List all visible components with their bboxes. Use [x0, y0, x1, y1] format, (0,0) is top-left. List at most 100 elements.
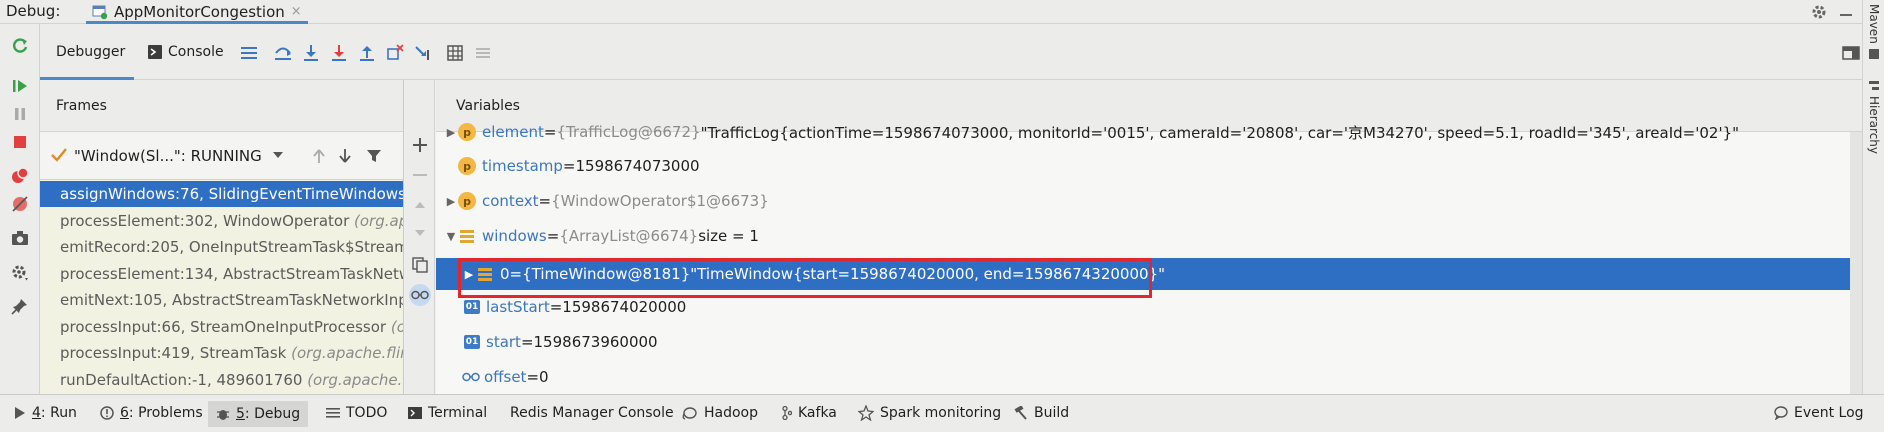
hadoop-tool-button[interactable]: Hadoop	[682, 405, 758, 421]
variables-scrollbar[interactable]	[1850, 132, 1862, 394]
variable-name: windows	[482, 227, 547, 245]
rerun-icon[interactable]	[8, 34, 32, 58]
variable-row-windows[interactable]: ▼ windows = {ArrayList@6674} size = 1	[436, 221, 1862, 251]
parameter-badge-icon: p	[458, 192, 476, 210]
hide-panel-icon[interactable]	[1838, 2, 1854, 20]
pause-icon[interactable]	[8, 102, 32, 126]
frame-row[interactable]: processElement:134, AbstractStreamTaskNe…	[40, 261, 403, 287]
hadoop-elephant-icon	[682, 406, 698, 420]
variable-equals: =	[538, 192, 552, 210]
frame-method: emitRecord:205, OneInputStreamTask$Strea…	[60, 238, 404, 256]
frame-method: processInput:419, StreamTask	[60, 344, 287, 362]
frame-row[interactable]: assignWindows:76, SlidingEventTimeWindow…	[40, 181, 403, 207]
variable-type: {ArrayList@6674}	[559, 227, 699, 245]
trace-current-stream-icon[interactable]	[472, 42, 494, 64]
build-tool-button[interactable]: Build	[1014, 405, 1069, 421]
drop-frame-icon[interactable]	[384, 42, 406, 64]
terminal-label: Terminal	[428, 405, 488, 421]
variable-equals: =	[549, 298, 563, 316]
frame-row[interactable]: emitRecord:205, OneInputStreamTask$Strea…	[40, 234, 404, 260]
event-log-tool-button[interactable]: Event Log	[1774, 405, 1864, 421]
spark-monitoring-label: Spark monitoring	[880, 405, 1002, 421]
event-log-label: Event Log	[1794, 405, 1864, 421]
terminal-tool-button[interactable]: Terminal	[408, 405, 487, 421]
mute-breakpoints-icon[interactable]	[8, 192, 32, 216]
move-up-icon[interactable]	[409, 194, 431, 216]
run-tool-button[interactable]: 4: Run	[14, 405, 77, 421]
problems-tool-button[interactable]: 6: Problems	[100, 405, 203, 421]
move-down-icon[interactable]	[409, 222, 431, 244]
frame-row[interactable]: processInput:419, StreamTask (org.apache…	[40, 340, 403, 366]
right-tool-strip: Maven Hierarchy	[1862, 0, 1884, 394]
debug-tool-button[interactable]: 5: Debug	[208, 401, 309, 427]
expand-arrow-icon[interactable]: ▶	[444, 195, 458, 208]
camera-icon[interactable]	[8, 226, 32, 250]
frame-row[interactable]: runDefaultAction:-1, 489601760 (org.apac…	[40, 367, 403, 393]
redis-manager-tool-button[interactable]: Redis Manager Console	[510, 405, 674, 421]
tab-console-label: Console	[168, 44, 224, 60]
variable-row-context[interactable]: ▶ p context = {WindowOperator$1@6673}	[436, 186, 1862, 216]
thread-name: "Window(Sl...": RUNNING	[74, 147, 262, 165]
collapse-arrow-icon[interactable]: ▼	[444, 230, 458, 243]
variable-row-timestamp[interactable]: p timestamp = 1598674073000	[436, 151, 1862, 181]
spark-monitoring-tool-button[interactable]: Spark monitoring	[858, 405, 1001, 421]
variables-gutter	[405, 80, 435, 394]
hadoop-label: Hadoop	[704, 405, 759, 421]
debug-actions-strip	[0, 24, 40, 394]
frame-row[interactable]: processElement:302, WindowOperator (org.…	[40, 208, 403, 234]
checkmark-icon	[50, 146, 68, 164]
variable-value: 1598674073000	[575, 157, 700, 175]
stop-icon[interactable]	[8, 130, 32, 154]
resume-icon[interactable]	[8, 74, 32, 98]
expand-arrow-icon[interactable]: ▶	[444, 126, 458, 139]
menu-lines-icon[interactable]	[238, 42, 260, 64]
step-out-icon[interactable]	[356, 42, 378, 64]
run-to-cursor-icon[interactable]	[412, 42, 434, 64]
kafka-tool-button[interactable]: Kafka	[778, 405, 837, 421]
remove-watch-icon[interactable]	[409, 164, 431, 186]
variable-row-element[interactable]: ▶ p element = {TrafficLog@6672} "Traffic…	[436, 117, 1862, 147]
variables-panel: Variables ▶ p element = {TrafficLog@6672…	[436, 80, 1862, 394]
gear-icon[interactable]	[1810, 3, 1828, 21]
list-lines-icon	[326, 407, 340, 419]
tab-debugger[interactable]: Debugger	[40, 24, 134, 80]
close-tab-icon[interactable]: ×	[291, 4, 302, 19]
frame-row[interactable]: processInput:66, StreamOneInputProcessor…	[40, 314, 403, 340]
glasses-watches-icon[interactable]	[409, 284, 431, 306]
variable-row-start[interactable]: 01 start = 1598673960000	[436, 327, 1862, 357]
copy-icon[interactable]	[409, 254, 431, 276]
hierarchy-tool-tab[interactable]: Hierarchy	[1867, 96, 1881, 154]
debug-label: Debug:	[6, 2, 61, 20]
kafka-label: Kafka	[798, 405, 837, 421]
arrow-up-icon[interactable]	[312, 148, 326, 164]
tab-console[interactable]: Console	[148, 44, 224, 60]
maven-icon	[1868, 48, 1880, 60]
frame-package: (org.apache.flink	[291, 344, 403, 362]
maven-tool-tab[interactable]: Maven	[1867, 4, 1881, 44]
step-over-icon[interactable]	[272, 42, 294, 64]
pin-tab-icon[interactable]	[8, 294, 32, 318]
spark-star-icon	[858, 405, 874, 421]
layout-settings-icon[interactable]	[1840, 42, 1862, 64]
add-watch-icon[interactable]	[409, 134, 431, 156]
thread-dropdown-icon[interactable]	[272, 150, 284, 160]
force-step-into-icon[interactable]	[328, 42, 350, 64]
evaluate-expression-icon[interactable]	[444, 42, 466, 64]
variable-row-offset[interactable]: offset = 0	[436, 362, 1862, 392]
tool-window-bar: 4: Run 6: Problems 5: Debug TODO Termina…	[0, 394, 1884, 432]
todo-tool-button[interactable]: TODO	[326, 405, 387, 421]
variable-equals: =	[520, 333, 534, 351]
run-config-tab[interactable]: AppMonitorCongestion ×	[86, 0, 308, 24]
frame-row[interactable]: emitNext:105, AbstractStreamTaskNetworkI…	[40, 287, 403, 313]
tab-debugger-label: Debugger	[56, 44, 126, 60]
filter-icon[interactable]	[366, 148, 382, 164]
arrow-down-icon[interactable]	[338, 148, 352, 164]
step-into-icon[interactable]	[300, 42, 322, 64]
variable-name: context	[482, 192, 539, 210]
frame-method: processInput:66, StreamOneInputProcessor	[60, 317, 387, 336]
thread-selector[interactable]: "Window(Sl...": RUNNING	[40, 132, 403, 180]
debug-label: : Debug	[244, 406, 301, 422]
terminal-icon	[408, 406, 422, 420]
view-breakpoints-icon[interactable]	[8, 164, 32, 188]
settings-icon[interactable]	[8, 260, 32, 284]
